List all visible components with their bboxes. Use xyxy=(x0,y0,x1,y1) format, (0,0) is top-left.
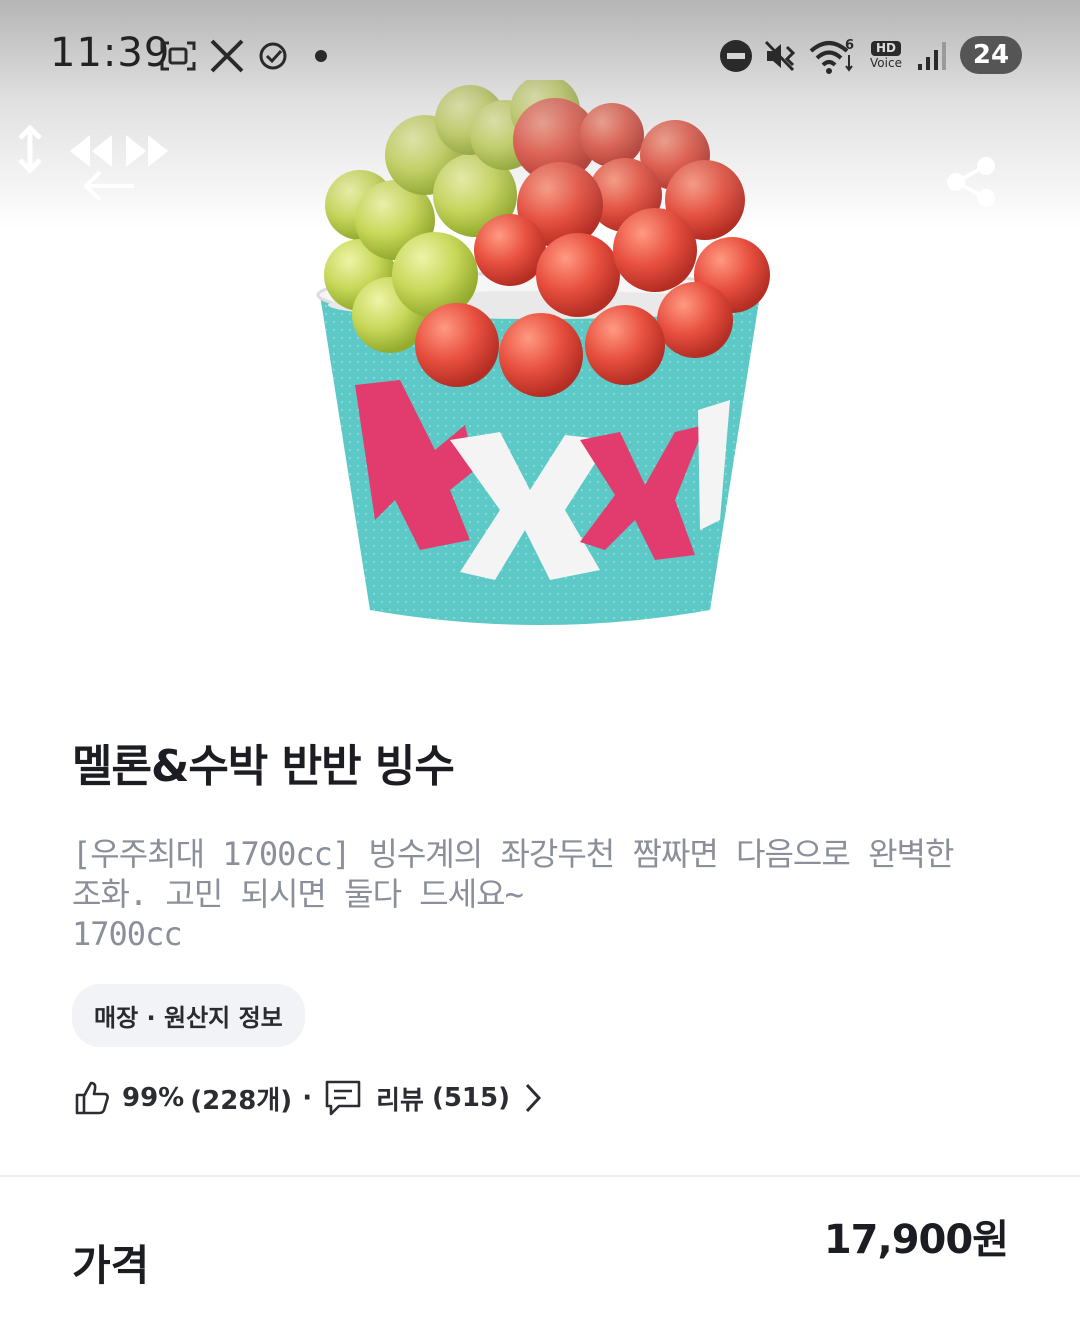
product-title: 멜론&수박 반반 빙수 xyxy=(72,741,455,792)
check-circle-icon xyxy=(256,36,290,76)
price-label: 가격 xyxy=(72,1241,150,1290)
rating-count: (228개) xyxy=(190,1085,293,1116)
price-value: 17,900원 xyxy=(823,1217,1009,1263)
rating-review-row[interactable]: 99% (228개) · 리뷰 (515) xyxy=(72,1073,1012,1123)
review-comment-icon xyxy=(322,1077,364,1119)
status-bar: 11:39 6 HD Voice 24 xyxy=(0,0,1080,110)
product-info: 멜론&수박 반반 빙수 [우주최대 1700cc] 빙수계의 좌강두천 짬짜면 … xyxy=(72,730,1012,1123)
rating-separator: · xyxy=(302,1083,313,1113)
description-line-3: 1700cc xyxy=(72,915,183,953)
rating-percent: 99% xyxy=(122,1083,185,1113)
x-app-icon xyxy=(207,36,247,76)
svg-text:6: 6 xyxy=(845,38,854,53)
wifi-6-icon: 6 xyxy=(806,36,858,76)
share-icon[interactable] xyxy=(940,152,1002,212)
signal-icon xyxy=(914,36,950,76)
product-description: [우주최대 1700cc] 빙수계의 좌강두천 짬짜면 다음으로 완벽한 조화.… xyxy=(72,834,1012,954)
chevron-right-icon xyxy=(518,1078,548,1118)
description-line-1: [우주최대 1700cc] 빙수계의 좌강두천 짬짜면 다음으로 완벽한 xyxy=(72,835,954,873)
clock: 11:39 xyxy=(50,30,171,76)
do-not-disturb-icon xyxy=(718,36,754,76)
battery-indicator: 24 xyxy=(960,36,1022,74)
back-arrow-icon[interactable] xyxy=(80,166,138,206)
screenshot-icon xyxy=(158,36,198,76)
description-line-2: 조화. 고민 되시면 둘다 드세요~ xyxy=(72,875,524,913)
hd-voice-icon: HD Voice xyxy=(870,41,902,70)
vertical-resize-icon[interactable] xyxy=(14,124,46,174)
review-count: (515) xyxy=(431,1083,510,1113)
dot-icon xyxy=(312,36,330,76)
thumbs-up-icon xyxy=(72,1078,112,1118)
review-label: 리뷰 xyxy=(376,1085,424,1116)
section-divider xyxy=(0,1175,1080,1177)
origin-info-button[interactable]: 매장 · 원산지 정보 xyxy=(72,984,305,1047)
mute-vibrate-icon xyxy=(762,36,800,76)
